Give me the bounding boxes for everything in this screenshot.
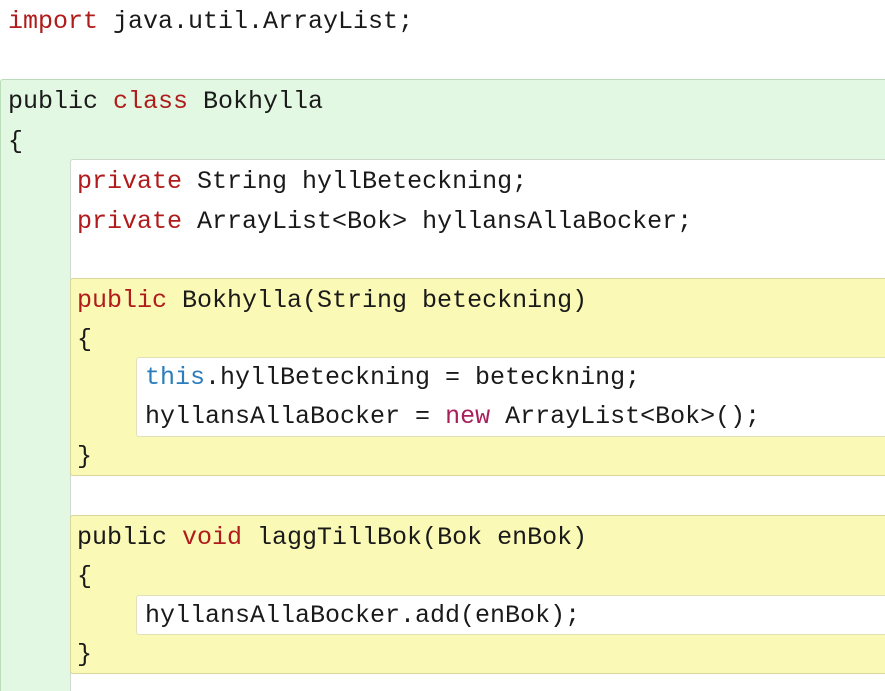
code-line-class-open[interactable]: { [8, 122, 23, 162]
keyword-new: new [445, 402, 491, 431]
code-line-constructor-stmt-1[interactable]: this.hyllBeteckning = beteckning; [145, 358, 640, 398]
statement-text: ArrayList<Bok>(); [490, 402, 761, 431]
code-line-method-close[interactable]: } [77, 635, 92, 675]
import-path: java.util.ArrayList; [98, 7, 414, 36]
method-signature: laggTillBok(Bok enBok) [242, 523, 588, 552]
keyword-private: private [77, 207, 183, 236]
code-line-import[interactable]: import java.util.ArrayList; [8, 2, 413, 42]
code-line-method-sig[interactable]: public void laggTillBok(Bok enBok) [77, 518, 587, 558]
code-line-constructor-close[interactable]: } [77, 437, 92, 477]
brace-open: { [8, 127, 24, 156]
class-name: Bokhylla [188, 87, 324, 116]
statement-text: .hyllBeteckning = beteckning; [205, 363, 641, 392]
keyword-public: public [77, 523, 168, 552]
code-line-constructor-sig[interactable]: public Bokhylla(String beteckning) [77, 281, 587, 321]
code-line-field-1[interactable]: private String hyllBeteckning; [77, 162, 527, 202]
brace-close: } [77, 442, 93, 471]
code-line-constructor-stmt-2[interactable]: hyllansAllaBocker = new ArrayList<Bok>()… [145, 397, 760, 437]
keyword-class: class [98, 87, 189, 116]
statement-text: hyllansAllaBocker.add(enBok); [145, 601, 581, 630]
keyword-void: void [167, 523, 243, 552]
code-line-method-open[interactable]: { [77, 557, 92, 597]
code-line-constructor-open[interactable]: { [77, 320, 92, 360]
brace-open: { [77, 562, 93, 591]
statement-text: hyllansAllaBocker = [145, 402, 446, 431]
brace-open: { [77, 325, 93, 354]
brace-close: } [77, 640, 93, 669]
constructor-signature: Bokhylla(String beteckning) [167, 286, 588, 315]
field-declaration: String hyllBeteckning; [182, 167, 528, 196]
keyword-this: this [145, 363, 206, 392]
keyword-public: public [8, 87, 99, 116]
field-declaration: ArrayList<Bok> hyllansAllaBocker; [182, 207, 693, 236]
keyword-public: public [77, 286, 168, 315]
keyword-private: private [77, 167, 183, 196]
code-line-class-header[interactable]: public class Bokhylla [8, 82, 323, 122]
code-line-method-stmt-1[interactable]: hyllansAllaBocker.add(enBok); [145, 596, 580, 636]
keyword-import: import [8, 7, 99, 36]
code-line-field-2[interactable]: private ArrayList<Bok> hyllansAllaBocker… [77, 202, 692, 242]
